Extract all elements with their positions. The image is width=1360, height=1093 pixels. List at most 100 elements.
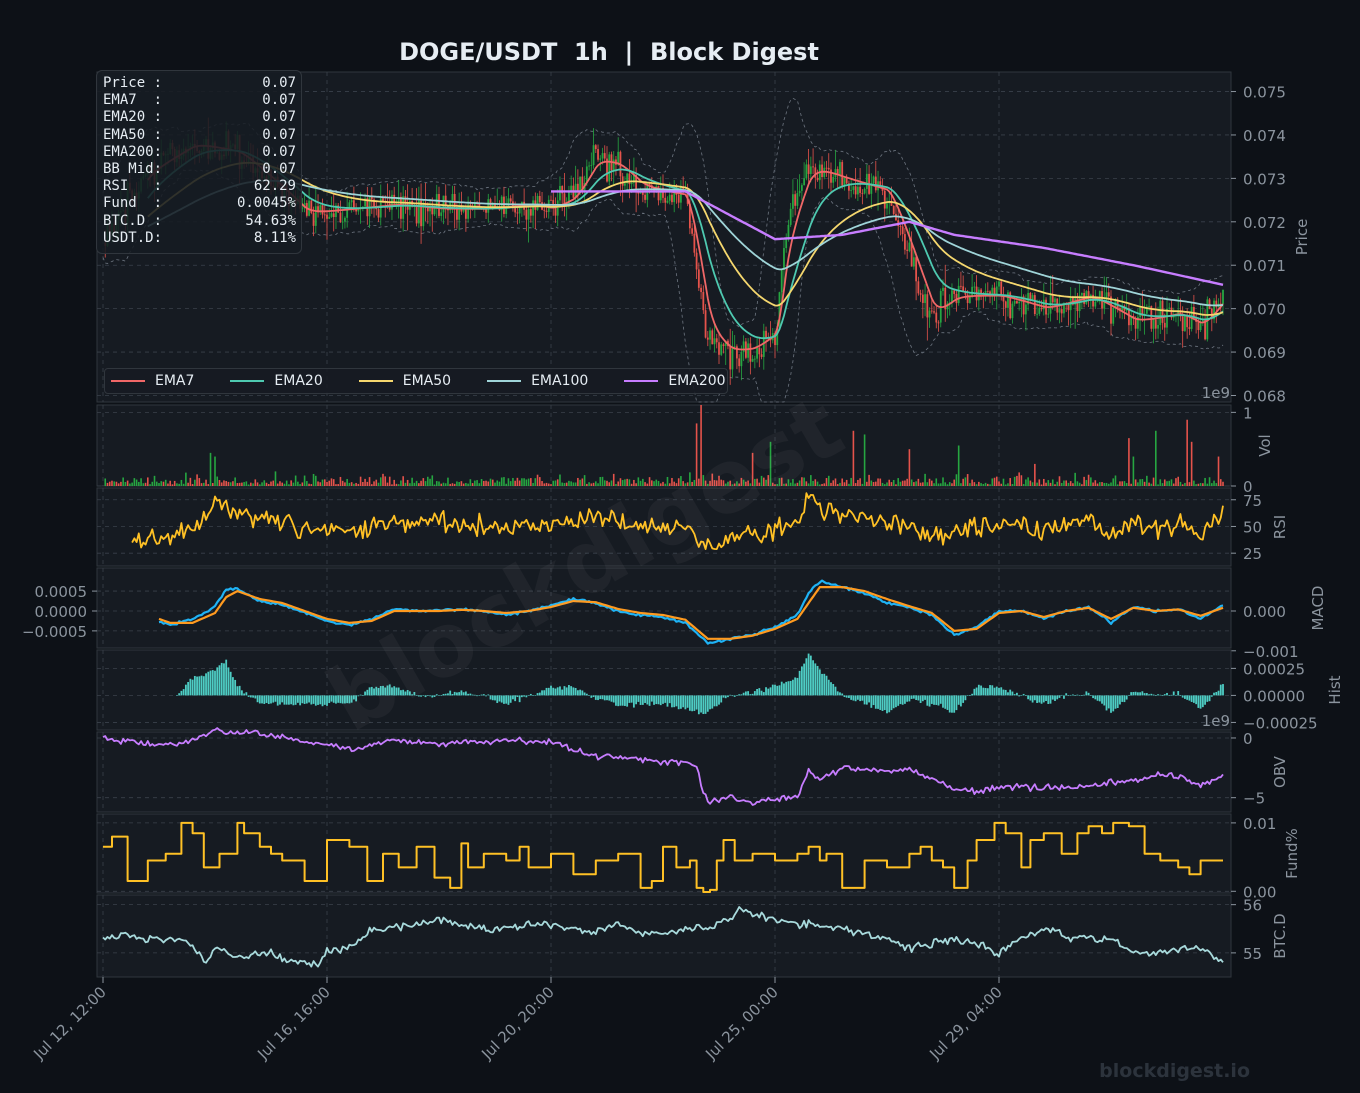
volume-bar [487,481,490,486]
histogram-bar [279,695,281,705]
histogram-bar [1042,695,1045,703]
histogram-bar [895,695,897,708]
volume-bar [164,479,167,486]
panel-frame [96,731,1232,813]
volume-bar [451,483,454,486]
volume-bar [388,476,391,486]
volume-bar [433,484,436,486]
y-axis-label: Price [1293,219,1311,256]
histogram-bar [700,695,702,713]
histogram-bar [1145,693,1148,696]
y-tick-label: 75 [1243,492,1262,510]
candle-body [525,209,528,220]
histogram-bar [1159,694,1162,696]
candle-body [597,149,599,160]
volume-bar [1199,482,1202,486]
candle-body [1208,299,1211,309]
volume-bar [462,483,465,486]
volume-bar [1036,482,1038,486]
histogram-bar [805,658,808,696]
histogram-bar [590,695,593,698]
candle-body [814,167,817,178]
volume-bar [966,474,969,486]
candle-body [677,194,680,203]
volume-bar [133,478,136,486]
y-tick-label: 0.0000 [35,603,88,621]
legend-item-ema7: EMA7 [111,373,194,389]
histogram-bar [1141,691,1144,696]
candle-body [1110,296,1112,324]
volume-bar [211,482,214,486]
histogram-bar [496,695,499,704]
histogram-bar [704,695,707,714]
candle-body [326,214,328,219]
histogram-bar [310,695,313,705]
histogram-bar [527,695,530,697]
volume-bar [1056,481,1059,486]
volume-bar [254,479,257,486]
volume-bar [521,478,523,486]
histogram-bar [856,695,859,700]
volume-bar [845,479,848,486]
volume-bar [928,478,931,486]
histogram-bar [727,695,729,698]
candle-body [915,257,918,282]
volume-bar [1081,484,1083,486]
legend-label: EMA100 [531,373,589,389]
volume-bar [964,477,967,486]
info-label: EMA200: [103,143,163,160]
candle-body [1054,298,1056,303]
volume-bar [169,480,171,486]
candle-body [740,352,743,367]
candle-body [328,216,331,219]
candle-body [1004,301,1007,308]
candle-body [1159,300,1162,326]
candle-body [921,294,924,303]
histogram-bar [744,691,747,696]
volume-bar [494,482,496,486]
histogram-bar [1056,695,1059,700]
candle-body [644,194,646,200]
legend-label: EMA20 [274,373,323,389]
candle-body [830,169,832,183]
candle-body [747,343,750,358]
histogram-bar [624,695,626,706]
histogram-bar [870,695,873,708]
volume-bar [908,449,911,486]
panel-hist: 0.00025 0.00000 −0.00025 Hist 1e9 [96,649,1344,732]
histogram-bar [599,695,602,700]
volume-bar [514,480,516,486]
candle-body [704,310,707,338]
volume-bar [203,482,205,486]
volume-bar [1139,479,1141,486]
histogram-bar [532,695,534,696]
histogram-bar [720,695,723,703]
volume-bar [189,477,192,486]
candle-body [532,200,534,216]
candle-body [816,177,819,181]
volume-bar [525,479,528,486]
histogram-bar [1199,695,1202,709]
histogram-bar [1163,694,1166,696]
volume-bar [326,481,328,486]
candle-body [350,200,353,203]
volume-bar [606,480,608,486]
volume-bar [1208,477,1211,486]
histogram-bar [948,695,951,713]
info-row: EMA200: 0.07 [103,144,296,161]
candle-body [1094,301,1097,307]
volume-bar [144,482,147,486]
info-label: RSI : [103,178,163,195]
volume-bar [232,481,234,486]
candle-body [856,186,859,195]
candle-body [917,281,920,294]
volume-bar [218,480,221,486]
histogram-bar [655,695,658,705]
histogram-bar [494,695,496,701]
volume-bar [167,483,169,486]
y-tick-label: 0.0005 [35,583,88,601]
volume-bar [498,481,501,486]
volume-bar [830,482,832,486]
histogram-bar [588,695,590,696]
histogram-bar [216,667,219,696]
